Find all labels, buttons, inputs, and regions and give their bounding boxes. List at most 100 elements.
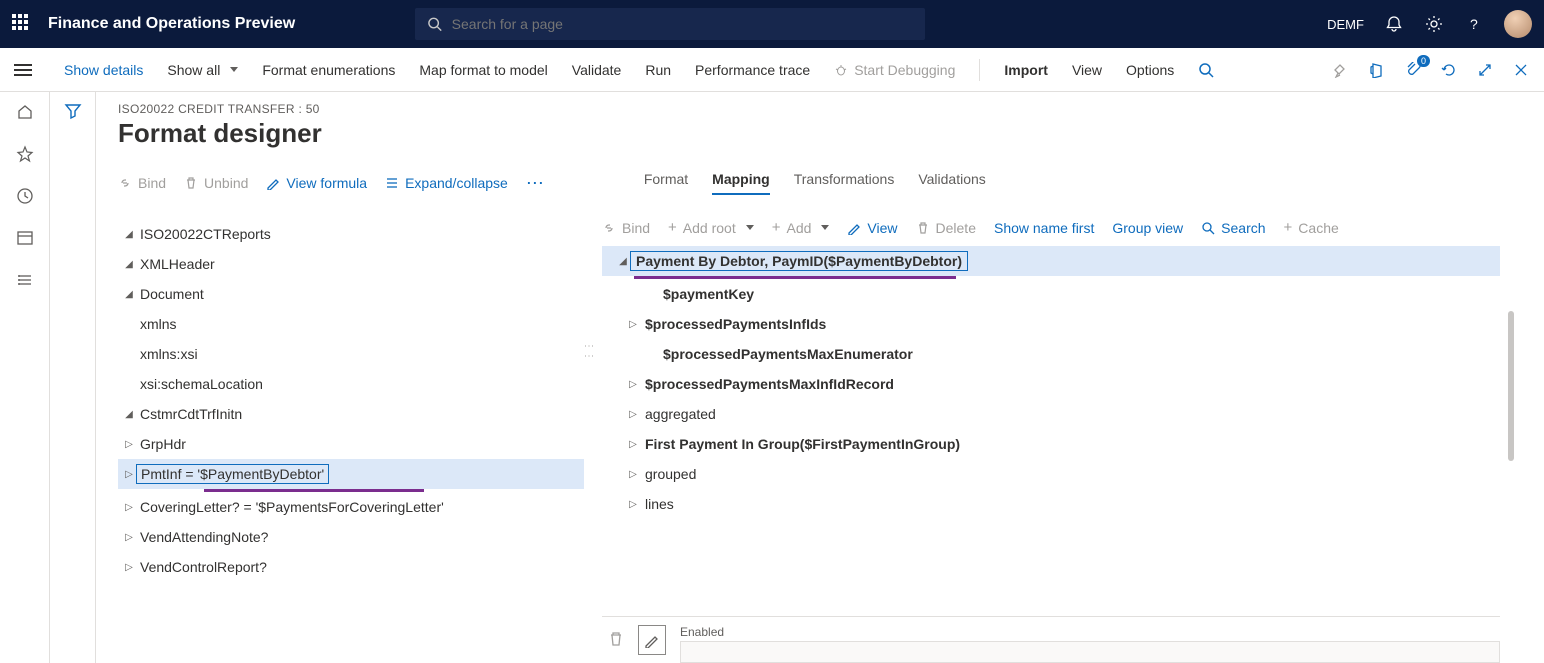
- show-all-button[interactable]: Show all: [167, 62, 238, 78]
- tree-label[interactable]: ISO20022CTReports: [136, 224, 275, 244]
- close-icon[interactable]: [1512, 61, 1530, 79]
- tab-mapping[interactable]: Mapping: [712, 171, 770, 195]
- refresh-icon[interactable]: [1440, 61, 1458, 79]
- help-icon[interactable]: ?: [1464, 14, 1484, 34]
- filter-icon[interactable]: [64, 102, 82, 663]
- caret-right-icon[interactable]: ▷: [626, 499, 640, 510]
- global-search-box[interactable]: [415, 8, 925, 40]
- command-search-icon[interactable]: [1198, 62, 1214, 78]
- performance-trace-button[interactable]: Performance trace: [695, 62, 810, 78]
- show-name-first-button[interactable]: Show name first: [994, 220, 1094, 236]
- map-tree-row[interactable]: ▷First Payment In Group($FirstPaymentInG…: [602, 429, 1500, 459]
- run-button[interactable]: Run: [645, 62, 671, 78]
- pin-icon[interactable]: [1332, 61, 1350, 79]
- caret-right-icon[interactable]: ▷: [122, 439, 136, 450]
- map-tree-row[interactable]: ▷aggregated: [602, 399, 1500, 429]
- tab-validations[interactable]: Validations: [918, 171, 985, 195]
- user-avatar[interactable]: [1504, 10, 1532, 38]
- caret-right-icon[interactable]: ▷: [122, 532, 136, 543]
- tree-label[interactable]: xmlns: [136, 314, 181, 334]
- delete-property-icon[interactable]: [608, 631, 624, 647]
- map-tree-label[interactable]: $processedPaymentsMaxEnumerator: [658, 344, 918, 364]
- tree-row[interactable]: ◢XMLHeader: [118, 249, 584, 279]
- view-menu-button[interactable]: View: [1072, 62, 1102, 78]
- tree-label[interactable]: VendAttendingNote?: [136, 527, 272, 547]
- caret-right-icon[interactable]: ▷: [122, 562, 136, 573]
- tree-label[interactable]: PmtInf = '$PaymentByDebtor': [136, 464, 329, 484]
- map-tree-label[interactable]: aggregated: [640, 404, 721, 424]
- tree-row[interactable]: ◢CstmrCdtTrfInitn: [118, 399, 584, 429]
- settings-gear-icon[interactable]: [1424, 14, 1444, 34]
- search-button[interactable]: Search: [1201, 220, 1265, 236]
- map-tree-row[interactable]: ▷$processedPaymentsMaxInfIdRecord: [602, 369, 1500, 399]
- caret-right-icon[interactable]: ▷: [626, 469, 640, 480]
- tab-format[interactable]: Format: [644, 171, 688, 195]
- tree-label[interactable]: Document: [136, 284, 208, 304]
- format-enumerations-button[interactable]: Format enumerations: [262, 62, 395, 78]
- tree-row[interactable]: xsi:schemaLocation: [118, 369, 584, 399]
- import-button[interactable]: Import: [1004, 62, 1048, 78]
- map-tree-row[interactable]: $paymentKey: [602, 279, 1500, 309]
- tree-label[interactable]: GrpHdr: [136, 434, 190, 454]
- tree-label[interactable]: CoveringLetter? = '$PaymentsForCoveringL…: [136, 497, 448, 517]
- modules-icon[interactable]: [15, 270, 35, 290]
- enabled-field-input[interactable]: [680, 641, 1500, 663]
- favorites-star-icon[interactable]: [15, 144, 35, 164]
- company-code[interactable]: DEMF: [1327, 17, 1364, 32]
- expand-collapse-button[interactable]: Expand/collapse: [385, 175, 508, 191]
- map-tree-row[interactable]: $processedPaymentsMaxEnumerator: [602, 339, 1500, 369]
- nav-pane-toggle-icon[interactable]: [14, 64, 32, 76]
- caret-right-icon[interactable]: ▷: [122, 502, 136, 513]
- map-tree-row[interactable]: ▷$processedPaymentsInfIds: [602, 309, 1500, 339]
- attachments-icon[interactable]: 0: [1404, 61, 1422, 79]
- tree-label[interactable]: xsi:schemaLocation: [136, 374, 267, 394]
- map-tree-row[interactable]: ▷grouped: [602, 459, 1500, 489]
- recent-clock-icon[interactable]: [15, 186, 35, 206]
- caret-down-icon[interactable]: ◢: [122, 229, 136, 240]
- office-icon[interactable]: [1368, 61, 1386, 79]
- caret-right-icon[interactable]: ▷: [626, 409, 640, 420]
- caret-right-icon[interactable]: ▷: [122, 469, 136, 480]
- map-tree-label[interactable]: $paymentKey: [658, 284, 759, 304]
- options-menu-button[interactable]: Options: [1126, 62, 1174, 78]
- tree-row[interactable]: ▷CoveringLetter? = '$PaymentsForCovering…: [118, 492, 584, 522]
- map-format-to-model-button[interactable]: Map format to model: [419, 62, 547, 78]
- splitter-handle[interactable]: ⋮⋮: [583, 341, 594, 361]
- caret-right-icon[interactable]: ▷: [626, 439, 640, 450]
- vertical-scrollbar[interactable]: [1508, 311, 1514, 461]
- group-view-button[interactable]: Group view: [1112, 220, 1183, 236]
- show-details-button[interactable]: Show details: [64, 62, 143, 78]
- map-tree-label[interactable]: grouped: [640, 464, 701, 484]
- popout-icon[interactable]: [1476, 61, 1494, 79]
- map-tree-label[interactable]: lines: [640, 494, 679, 514]
- app-launcher-icon[interactable]: [12, 14, 32, 34]
- caret-right-icon[interactable]: ▷: [626, 319, 640, 330]
- tree-row[interactable]: xmlns:xsi: [118, 339, 584, 369]
- home-icon[interactable]: [15, 102, 35, 122]
- tree-row[interactable]: ◢ISO20022CTReports: [118, 219, 584, 249]
- caret-down-icon[interactable]: ◢: [122, 289, 136, 300]
- more-actions-icon[interactable]: ⋯: [526, 173, 544, 194]
- caret-right-icon[interactable]: ▷: [626, 379, 640, 390]
- tree-label[interactable]: xmlns:xsi: [136, 344, 202, 364]
- map-tree-row[interactable]: ▷lines: [602, 489, 1500, 519]
- map-tree-row-selected[interactable]: ◢Payment By Debtor, PaymID($PaymentByDeb…: [602, 246, 1500, 276]
- caret-down-icon[interactable]: ◢: [616, 256, 630, 267]
- global-search-input[interactable]: [452, 16, 913, 32]
- workspaces-icon[interactable]: [15, 228, 35, 248]
- tree-row[interactable]: xmlns: [118, 309, 584, 339]
- map-view-button[interactable]: View: [847, 220, 897, 236]
- validate-button[interactable]: Validate: [572, 62, 622, 78]
- map-tree-label[interactable]: $processedPaymentsInfIds: [640, 314, 831, 334]
- tree-row[interactable]: ▷VendAttendingNote?: [118, 522, 584, 552]
- caret-down-icon[interactable]: ◢: [122, 259, 136, 270]
- caret-down-icon[interactable]: ◢: [122, 409, 136, 420]
- edit-property-button[interactable]: [638, 625, 666, 655]
- tree-label[interactable]: XMLHeader: [136, 254, 219, 274]
- tree-row[interactable]: ▷GrpHdr: [118, 429, 584, 459]
- tab-transformations[interactable]: Transformations: [794, 171, 895, 195]
- tree-row[interactable]: ▷VendControlReport?: [118, 552, 584, 582]
- tree-label[interactable]: CstmrCdtTrfInitn: [136, 404, 246, 424]
- map-tree-label[interactable]: First Payment In Group($FirstPaymentInGr…: [640, 434, 965, 454]
- tree-label[interactable]: VendControlReport?: [136, 557, 271, 577]
